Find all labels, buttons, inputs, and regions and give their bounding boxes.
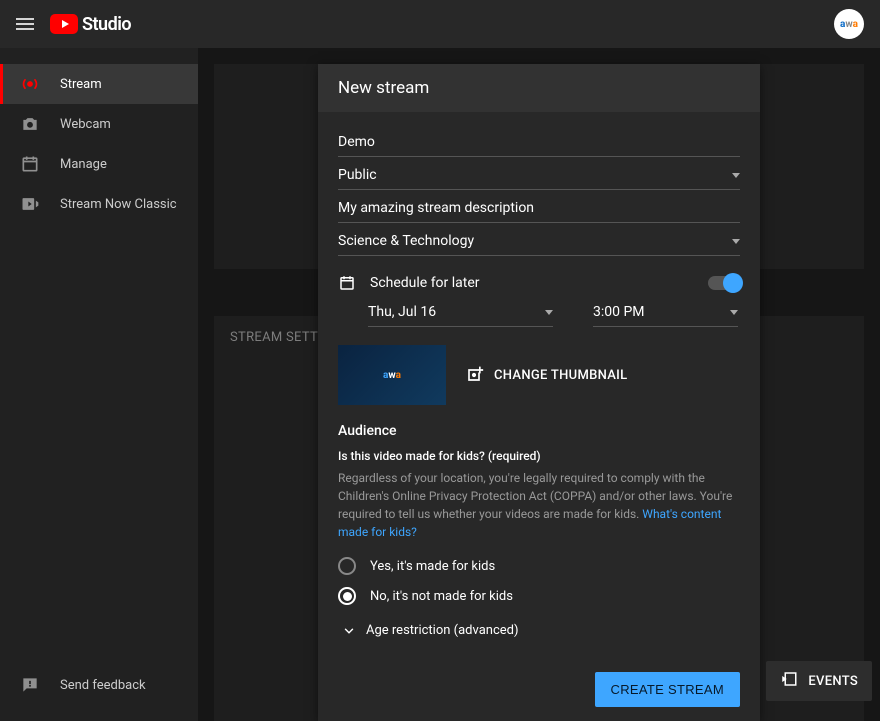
time-dropdown[interactable]: 3:00 PM [593, 298, 738, 327]
stream-icon [20, 74, 40, 94]
radio-no-kids[interactable]: No, it's not made for kids [338, 587, 740, 605]
sidebar-item-webcam[interactable]: Webcam [0, 104, 198, 144]
thumbnail-logo: awa [383, 370, 401, 381]
youtube-studio-logo[interactable]: Studio [50, 14, 131, 35]
title-value: Demo [338, 134, 375, 150]
sidebar-item-stream[interactable]: Stream [0, 64, 198, 104]
sidebar-item-manage[interactable]: Manage [0, 144, 198, 184]
date-value: Thu, Jul 16 [368, 304, 436, 320]
thumbnail-row: awa CHANGE THUMBNAIL [338, 345, 740, 405]
menu-icon[interactable] [16, 23, 34, 25]
dropdown-arrow-icon [732, 239, 740, 244]
toggle-knob [723, 273, 743, 293]
radio-icon [338, 557, 356, 575]
events-icon [780, 670, 798, 692]
app-header: Studio awa [0, 0, 880, 48]
sidebar-item-feedback[interactable]: Send feedback [0, 665, 198, 705]
sidebar: Stream Webcam Manage Stream Now Classic … [0, 48, 198, 721]
date-dropdown[interactable]: Thu, Jul 16 [368, 298, 553, 327]
schedule-label: Schedule for later [370, 275, 480, 291]
dropdown-arrow-icon [732, 173, 740, 178]
description-value: My amazing stream description [338, 200, 534, 216]
radio-no-label: No, it's not made for kids [370, 589, 513, 604]
radio-yes-kids[interactable]: Yes, it's made for kids [338, 557, 740, 575]
radio-icon [338, 587, 356, 605]
dialog-body: Demo Public My amazing stream descriptio… [318, 112, 760, 657]
studio-wordmark: Studio [82, 14, 131, 35]
events-button[interactable]: EVENTS [766, 661, 872, 701]
new-stream-dialog: New stream Demo Public My amazing stream… [318, 64, 760, 721]
sidebar-item-label: Stream [60, 77, 102, 92]
avatar-initials: awa [840, 19, 858, 30]
age-restriction-label: Age restriction (advanced) [366, 623, 519, 638]
sidebar-item-label: Send feedback [60, 678, 146, 693]
radio-yes-label: Yes, it's made for kids [370, 559, 495, 574]
manage-icon [20, 154, 40, 174]
chevron-down-icon [342, 624, 356, 638]
change-thumbnail-label: CHANGE THUMBNAIL [494, 368, 627, 383]
age-restriction-expand[interactable]: Age restriction (advanced) [342, 623, 740, 638]
sidebar-item-label: Manage [60, 157, 107, 172]
category-dropdown[interactable]: Science & Technology [338, 223, 740, 256]
description-input[interactable]: My amazing stream description [338, 190, 740, 223]
dialog-title: New stream [318, 64, 760, 112]
classic-icon [20, 194, 40, 214]
dropdown-arrow-icon [730, 310, 738, 315]
create-stream-button[interactable]: CREATE STREAM [595, 672, 740, 707]
kids-description: Regardless of your location, you're lega… [338, 469, 740, 541]
avatar[interactable]: awa [834, 9, 864, 39]
dropdown-arrow-icon [545, 310, 553, 315]
thumbnail-preview[interactable]: awa [338, 345, 446, 405]
schedule-row: Schedule for later [338, 274, 740, 292]
sidebar-item-label: Webcam [60, 117, 111, 132]
sidebar-item-label: Stream Now Classic [60, 197, 177, 212]
webcam-icon [20, 114, 40, 134]
dialog-footer: CREATE STREAM [318, 657, 760, 721]
title-input[interactable]: Demo [338, 124, 740, 157]
schedule-toggle[interactable] [708, 276, 740, 290]
feedback-icon [20, 675, 40, 695]
youtube-play-icon [50, 14, 78, 34]
schedule-datetime-row: Thu, Jul 16 3:00 PM [368, 298, 740, 327]
sidebar-item-stream-now-classic[interactable]: Stream Now Classic [0, 184, 198, 224]
time-value: 3:00 PM [593, 304, 645, 320]
events-label: EVENTS [808, 674, 858, 689]
calendar-icon [338, 274, 356, 292]
kids-question: Is this video made for kids? (required) [338, 449, 740, 463]
visibility-dropdown[interactable]: Public [338, 157, 740, 190]
change-thumbnail-button[interactable]: CHANGE THUMBNAIL [464, 365, 627, 385]
visibility-value: Public [338, 167, 377, 183]
add-photo-icon [464, 365, 484, 385]
audience-heading: Audience [338, 423, 740, 439]
category-value: Science & Technology [338, 233, 474, 249]
